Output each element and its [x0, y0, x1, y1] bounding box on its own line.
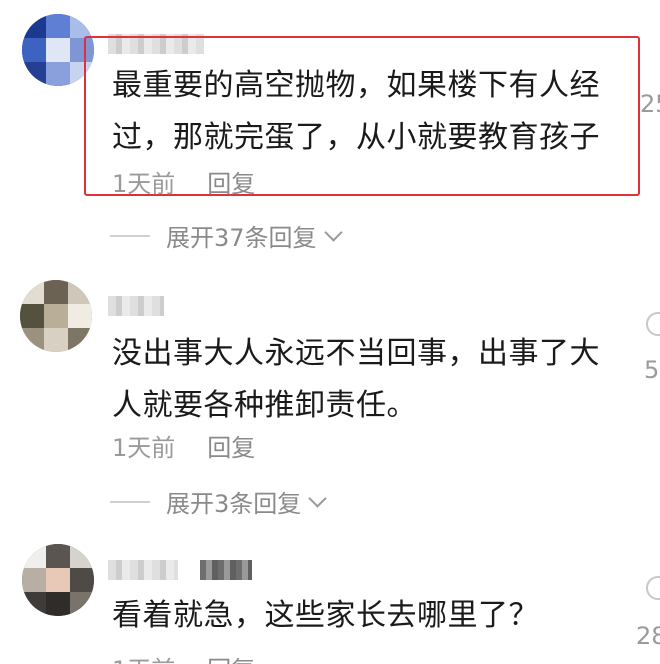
expand-replies-button[interactable]: 展开37条回复 — [110, 218, 343, 253]
comment-text-line: 看着就急，这些家长去哪里了？ — [112, 598, 539, 633]
divider-line — [110, 500, 150, 503]
comment-text: 没出事大人永远不当回事，出事了大 人就要各种推卸责任。 — [112, 328, 600, 432]
comment-text-line: 最重要的高空抛物，如果楼下有人经 — [112, 68, 600, 103]
comment-meta: 1天前 回复 — [112, 650, 255, 664]
divider-line — [110, 234, 150, 237]
like-icon[interactable] — [646, 576, 660, 600]
comment-meta: 1天前 回复 — [112, 164, 255, 199]
username-redacted[interactable] — [108, 296, 164, 316]
comment-text-line: 过，那就完蛋了，从小就要教育孩子 — [112, 120, 600, 155]
avatar[interactable] — [22, 544, 94, 616]
like-count[interactable]: 25 — [640, 90, 660, 118]
comment-time: 1天前 — [112, 656, 175, 664]
comment-text-line: 没出事大人永远不当回事，出事了大 — [112, 336, 600, 371]
expand-replies-button[interactable]: 展开3条回复 — [110, 484, 327, 519]
comment-list: 最重要的高空抛物，如果楼下有人经 过，那就完蛋了，从小就要教育孩子 1天前 回复 … — [0, 0, 660, 664]
like-icon[interactable] — [646, 312, 660, 336]
reply-button[interactable]: 回复 — [207, 170, 255, 198]
comment-meta: 1天前 回复 — [112, 428, 255, 463]
reply-button[interactable]: 回复 — [207, 656, 255, 664]
chevron-down-icon — [308, 489, 327, 508]
reply-button[interactable]: 回复 — [207, 434, 255, 462]
like-count[interactable]: 28 — [636, 622, 660, 650]
avatar[interactable] — [20, 280, 92, 352]
username-redacted[interactable] — [200, 560, 252, 580]
expand-replies-label: 展开3条回复 — [166, 490, 302, 518]
username-redacted[interactable] — [108, 560, 178, 580]
comment-time: 1天前 — [112, 434, 176, 462]
comment-text: 最重要的高空抛物，如果楼下有人经 过，那就完蛋了，从小就要教育孩子 — [112, 60, 600, 164]
comment-text: 看着就急，这些家长去哪里了？ — [112, 590, 539, 642]
comment-time: 1天前 — [112, 170, 176, 198]
like-count[interactable]: 5 — [644, 356, 659, 384]
chevron-down-icon — [323, 223, 343, 242]
expand-replies-label: 展开37条回复 — [166, 224, 317, 252]
comment-text-line: 人就要各种推卸责任。 — [112, 388, 417, 423]
